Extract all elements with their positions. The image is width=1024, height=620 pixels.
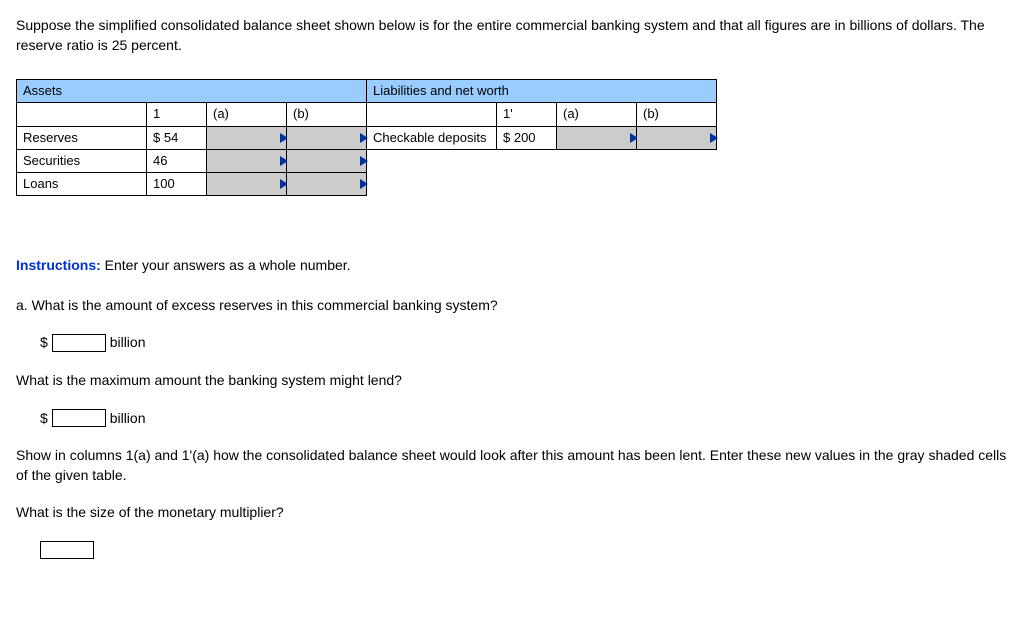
question-multiplier: What is the size of the monetary multipl… (16, 503, 1008, 523)
answer-a-line: $ billion (40, 333, 1008, 353)
checkable-label: Checkable deposits (367, 126, 497, 149)
loans-b-input[interactable] (287, 172, 367, 195)
col-b-right: (b) (637, 103, 717, 126)
show-columns-text: Show in columns 1(a) and 1'(a) how the c… (16, 446, 1008, 485)
reserves-a-input[interactable] (207, 126, 287, 149)
table-row: Loans 100 (17, 172, 717, 195)
blank-cell (367, 103, 497, 126)
col-a-right: (a) (557, 103, 637, 126)
table-row: Securities 46 (17, 149, 717, 172)
assets-header: Assets (17, 80, 367, 103)
caret-right-icon (360, 156, 368, 166)
answer-mult-line (40, 541, 1008, 561)
checkable-b-input[interactable] (637, 126, 717, 149)
checkable-a-input[interactable] (557, 126, 637, 149)
excess-reserves-input[interactable] (52, 334, 106, 352)
col-a: (a) (207, 103, 287, 126)
question-lend: What is the maximum amount the banking s… (16, 371, 1008, 391)
caret-right-icon (360, 133, 368, 143)
loans-a-input[interactable] (207, 172, 287, 195)
table-header-row: Assets Liabilities and net worth (17, 80, 717, 103)
balance-sheet-table: Assets Liabilities and net worth 1 (a) (… (16, 79, 717, 196)
table-subheader-row: 1 (a) (b) 1' (a) (b) (17, 103, 717, 126)
max-lend-input[interactable] (52, 409, 106, 427)
securities-label: Securities (17, 149, 147, 172)
problem-intro: Suppose the simplified consolidated bala… (16, 16, 1008, 55)
loans-label: Loans (17, 172, 147, 195)
loans-value: 100 (147, 172, 207, 195)
caret-right-icon (360, 179, 368, 189)
billion-label: billion (110, 410, 146, 426)
instructions-label: Instructions: (16, 257, 101, 273)
dollar-sign: $ (40, 334, 48, 350)
reserves-label: Reserves (17, 126, 147, 149)
blank-cell (17, 103, 147, 126)
checkable-value: $ 200 (497, 126, 557, 149)
reserves-b-input[interactable] (287, 126, 367, 149)
billion-label: billion (110, 334, 146, 350)
instructions-text: Enter your answers as a whole number. (101, 257, 351, 273)
dollar-sign: $ (40, 410, 48, 426)
securities-b-input[interactable] (287, 149, 367, 172)
table-row: Reserves $ 54 Checkable deposits $ 200 (17, 126, 717, 149)
caret-right-icon (710, 133, 718, 143)
answer-lend-line: $ billion (40, 409, 1008, 429)
multiplier-input[interactable] (40, 541, 94, 559)
col-b: (b) (287, 103, 367, 126)
instructions-line: Instructions: Enter your answers as a wh… (16, 256, 1008, 276)
col-1: 1 (147, 103, 207, 126)
col-1prime: 1' (497, 103, 557, 126)
reserves-value: $ 54 (147, 126, 207, 149)
securities-a-input[interactable] (207, 149, 287, 172)
securities-value: 46 (147, 149, 207, 172)
liabilities-header: Liabilities and net worth (367, 80, 717, 103)
question-a: a. What is the amount of excess reserves… (16, 296, 1008, 316)
